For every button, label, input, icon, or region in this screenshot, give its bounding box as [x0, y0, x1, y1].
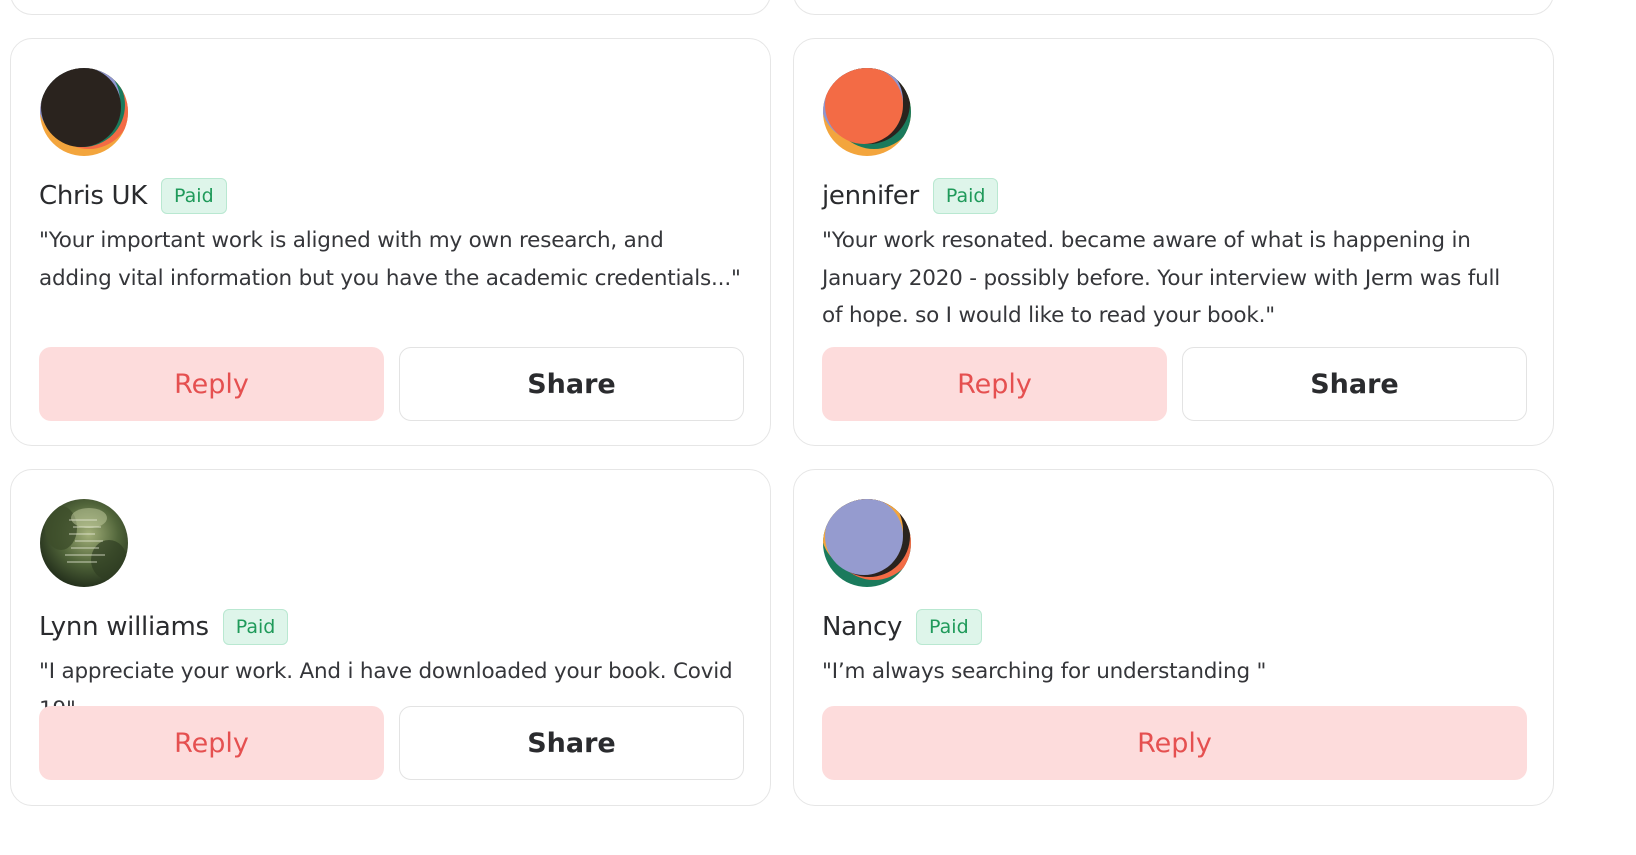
paid-badge: Paid [222, 609, 289, 645]
user-avatar[interactable] [39, 498, 129, 588]
comment-quote: "Your important work is aligned with my … [39, 228, 741, 291]
comment-card-partial-right [793, 0, 1554, 15]
reply-button[interactable]: Reply [822, 706, 1527, 780]
share-button[interactable]: Share [399, 706, 744, 780]
comment-card-partial-left [10, 0, 771, 15]
paid-badge: Paid [161, 178, 227, 214]
author-name[interactable]: Nancy [822, 612, 902, 642]
comment-quote: "Your work resonated. became aware of wh… [822, 228, 1501, 328]
comment-card: jennifer Paid "Your work resonated. beca… [793, 38, 1554, 446]
user-avatar[interactable] [822, 67, 912, 157]
author-name[interactable]: Chris UK [39, 181, 147, 211]
user-avatar[interactable] [39, 67, 129, 157]
reply-button[interactable]: Reply [39, 347, 384, 421]
comment-card: Chris UK Paid "Your important work is al… [10, 38, 771, 446]
author-row: Nancy Paid [822, 607, 982, 647]
paid-badge: Paid [932, 178, 999, 214]
author-name[interactable]: Lynn williams [39, 612, 209, 642]
share-button[interactable]: Share [1182, 347, 1527, 421]
author-row: jennifer Paid [822, 176, 999, 216]
user-avatar[interactable] [822, 498, 912, 588]
comment-card: Lynn williams Paid "I appreciate your wo… [10, 469, 771, 806]
abstract-dark-avatar-icon [40, 68, 128, 156]
forest-photo-avatar-icon [40, 499, 128, 587]
abstract-lavender-avatar-icon [823, 499, 911, 587]
comments-grid: Chris UK Paid "Your important work is al… [0, 0, 1636, 855]
share-button[interactable]: Share [399, 347, 744, 421]
reply-button[interactable]: Reply [39, 706, 384, 780]
author-name[interactable]: jennifer [822, 181, 919, 211]
comment-card: Nancy Paid "I’m always searching for und… [793, 469, 1554, 806]
author-row: Chris UK Paid [39, 176, 227, 216]
abstract-orange-avatar-icon [823, 68, 911, 156]
author-row: Lynn williams Paid [39, 607, 289, 647]
comment-quote: "I’m always searching for understanding … [822, 659, 1267, 684]
paid-badge: Paid [916, 609, 982, 645]
reply-button[interactable]: Reply [822, 347, 1167, 421]
